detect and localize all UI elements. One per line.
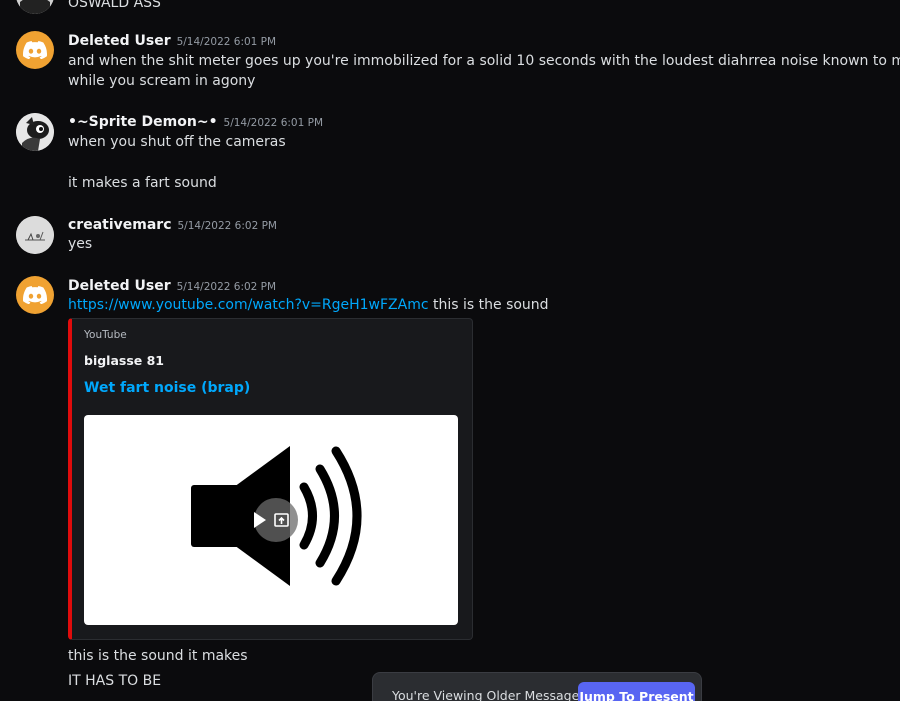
youtube-link[interactable]: https://www.youtube.com/watch?v=RgeH1wFZ… [68, 297, 429, 313]
timestamp[interactable]: 5/14/2022 6:01 PM [224, 117, 323, 129]
message-header: Deleted User 5/14/2022 6:01 PM [68, 30, 276, 52]
youtube-embed: YouTube biglasse 81 Wet fart noise (brap… [68, 318, 473, 640]
message-text: OSWALD ASS [68, 0, 161, 11]
message-text: https://www.youtube.com/watch?v=RgeH1wFZ… [68, 295, 549, 315]
message-header: Deleted User 5/14/2022 6:02 PM [68, 275, 276, 297]
message-header: creativemarc 5/14/2022 6:02 PM [68, 214, 277, 236]
embed-author[interactable]: biglasse 81 [84, 353, 164, 368]
sprite-demon-avatar [16, 113, 54, 151]
avatar[interactable] [16, 0, 54, 14]
discord-logo-icon [23, 41, 47, 59]
embed-provider[interactable]: YouTube [84, 329, 127, 341]
timestamp[interactable]: 5/14/2022 6:02 PM [177, 281, 276, 293]
username[interactable]: Deleted User [68, 278, 171, 294]
message-text: yes [68, 236, 93, 252]
embed-title[interactable]: Wet fart noise (brap) [84, 380, 250, 396]
avatar[interactable] [16, 113, 54, 151]
message-text: while you scream in agony [68, 73, 256, 89]
avatar[interactable] [16, 276, 54, 314]
message-text: this is the sound it makes [68, 648, 248, 664]
discord-logo-icon [23, 286, 47, 304]
message-text-suffix: this is the sound [428, 297, 549, 313]
message-header: •~Sprite Demon~• 5/14/2022 6:01 PM [68, 111, 323, 133]
timestamp[interactable]: 5/14/2022 6:01 PM [177, 36, 276, 48]
message-text: when you shut off the cameras [68, 134, 286, 150]
video-play-controls [246, 497, 306, 543]
username[interactable]: •~Sprite Demon~• [68, 114, 218, 130]
older-messages-text: You're Viewing Older Messages [392, 688, 586, 701]
older-messages-banner: You're Viewing Older Messages Jump To Pr… [372, 672, 702, 701]
avatar[interactable] [16, 31, 54, 69]
creativemarc-avatar [16, 216, 54, 254]
open-external-icon[interactable] [273, 511, 291, 529]
message-text: it makes a fart sound [68, 175, 217, 191]
username[interactable]: Deleted User [68, 33, 171, 49]
sprite-demon-avatar [16, 0, 54, 14]
username[interactable]: creativemarc [68, 217, 172, 233]
message-text: IT HAS TO BE [68, 673, 162, 689]
avatar[interactable] [16, 216, 54, 254]
jump-to-present-button[interactable]: Jump To Present [578, 682, 695, 701]
chat-messages: OSWALD ASS Deleted User 5/14/2022 6:01 PM… [0, 0, 900, 701]
embed-video-thumbnail[interactable] [84, 415, 458, 625]
message-text: and when the shit meter goes up you're i… [68, 53, 900, 69]
timestamp[interactable]: 5/14/2022 6:02 PM [178, 220, 277, 232]
